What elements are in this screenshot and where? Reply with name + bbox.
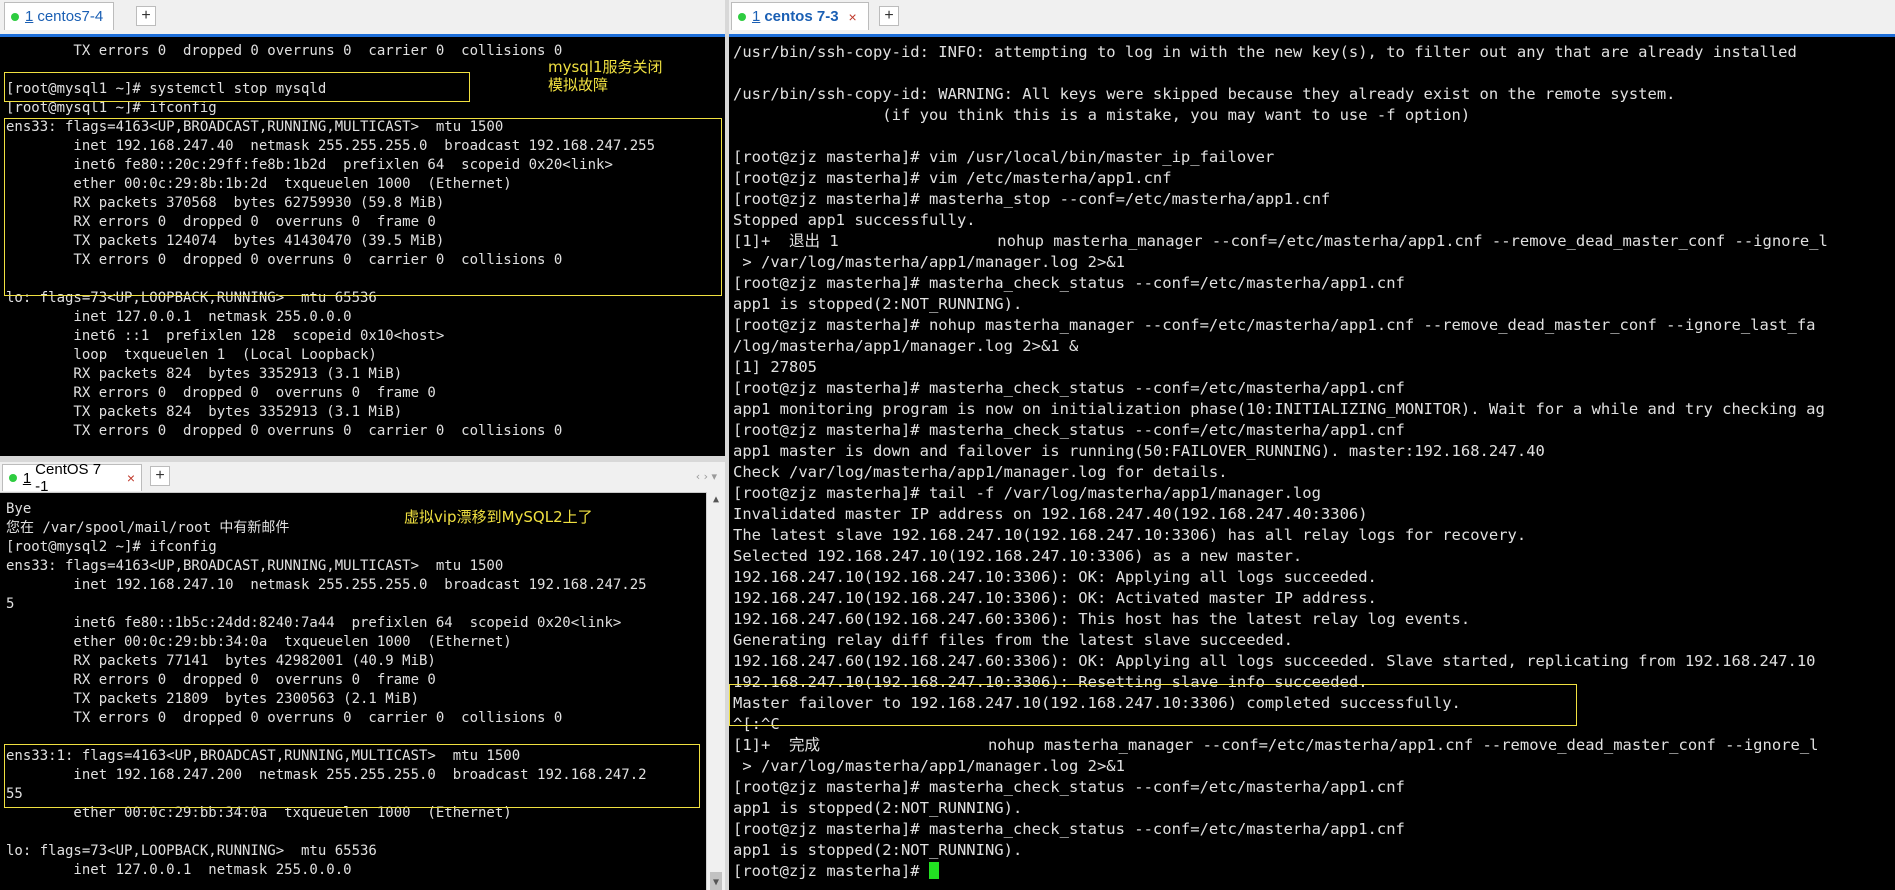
tab-navigation-arrows[interactable]: ‹ › ▾ (696, 470, 717, 483)
tab-number: 1 (22, 469, 32, 487)
terminal-line: ether 00:0c:29:bb:34:0a txqueuelen 1000 … (6, 634, 512, 650)
terminal-line: [root@zjz masterha]# masterha_stop --con… (733, 190, 1331, 208)
terminal-line: lo: flags=73<UP,LOOPBACK,RUNNING> mtu 65… (6, 843, 377, 859)
terminal-line: [root@zjz masterha]# masterha_check_stat… (733, 778, 1405, 796)
terminal-line: TX errors 0 dropped 0 overruns 0 carrier… (6, 423, 563, 439)
add-tab-button[interactable]: + (136, 6, 156, 26)
terminal-line: [root@zjz masterha]# vim /etc/masterha/a… (733, 169, 1172, 187)
bottom-left-tab-bar: 1 CentOS 7 -1 × + ‹ › ▾ (0, 462, 725, 495)
terminal-line: Selected 192.168.247.10(192.168.247.10:3… (733, 547, 1303, 565)
terminal-line: Stopped app1 successfully. (733, 211, 976, 229)
scroll-up-arrow-icon[interactable]: ▲ (707, 494, 725, 505)
terminal-line: RX errors 0 dropped 0 overruns 0 frame 0 (6, 672, 436, 688)
terminal-line: inet 127.0.0.1 netmask 255.0.0.0 (6, 862, 352, 878)
active-tab-accent-line (729, 34, 1895, 37)
bottom-left-terminal-output[interactable]: Bye 您在 /var/spool/mail/root 中有新邮件 [root@my… (6, 500, 647, 880)
terminal-line: Check /var/log/masterha/app1/manager.log… (733, 463, 1228, 481)
shell-prompt: [root@zjz masterha]# (733, 862, 929, 880)
highlight-failover-success-box (729, 684, 1577, 726)
terminal-line: [root@zjz masterha]# masterha_check_stat… (733, 379, 1405, 397)
close-tab-icon[interactable]: × (849, 9, 857, 25)
terminal-line: RX errors 0 dropped 0 overruns 0 frame 0 (6, 385, 436, 401)
add-tab-button[interactable]: + (879, 6, 899, 26)
right-terminal-output[interactable]: /usr/bin/ssh-copy-id: INFO: attempting t… (733, 42, 1828, 882)
text-cursor (928, 862, 939, 879)
tab-title: centos7-4 (37, 8, 104, 25)
terminal-line: inet6 ::1 prefixlen 128 scopeid 0x10<hos… (6, 328, 445, 344)
terminal-line: > /var/log/masterha/app1/manager.log 2>&… (733, 253, 1125, 271)
connected-status-icon (11, 12, 19, 21)
tab-number: 1 (752, 8, 761, 25)
annotation-mysql1-stopped: mysql1服务关闭 模拟故障 (548, 58, 663, 94)
top-left-terminal-pane[interactable]: 1 centos7-4 + TX errors 0 dropped 0 over… (0, 0, 725, 456)
terminal-line: [root@zjz masterha]# tail -f /var/log/ma… (733, 484, 1321, 502)
terminal-line: 192.168.247.10(192.168.247.10:3306): OK:… (733, 589, 1377, 607)
tab-title: centos 7-3 (764, 8, 839, 25)
terminal-line: [root@zjz masterha]# nohup masterha_mana… (733, 316, 1816, 334)
terminal-line: [1] 27805 (733, 358, 817, 376)
terminal-line: /usr/bin/ssh-copy-id: INFO: attempting t… (733, 43, 1797, 61)
add-tab-button[interactable]: + (150, 466, 170, 486)
terminal-line: loop txqueuelen 1 (Local Loopback) (6, 347, 377, 363)
terminal-line: Generating relay diff files from the lat… (733, 631, 1293, 649)
terminal-prompt-line[interactable]: [root@zjz masterha]# (733, 861, 1828, 882)
terminal-line: Invalidated master IP address on 192.168… (733, 505, 1368, 523)
terminal-line: app1 is stopped(2:NOT_RUNNING). (733, 295, 1023, 313)
terminal-line: [1]+ 完成 nohup masterha_manager --conf=/e… (733, 736, 1819, 754)
terminal-line: /log/masterha/app1/manager.log 2>&1 & (733, 337, 1079, 355)
terminal-line: [root@zjz masterha]# masterha_check_stat… (733, 820, 1405, 838)
highlight-stop-mysqld-box (4, 72, 470, 102)
right-terminal-pane[interactable]: 1 centos 7-3 × + /usr/bin/ssh-copy-id: I… (729, 0, 1895, 890)
terminal-line: app1 master is down and failover is runn… (733, 442, 1545, 460)
terminal-line: [root@zjz masterha]# masterha_check_stat… (733, 421, 1405, 439)
terminal-line: 192.168.247.10(192.168.247.10:3306): OK:… (733, 568, 1377, 586)
active-tab-accent-line (0, 34, 725, 37)
right-tab-bar: 1 centos 7-3 × + (729, 0, 1895, 35)
terminal-line: The latest slave 192.168.247.10(192.168.… (733, 526, 1527, 544)
connected-status-icon (9, 474, 17, 482)
terminal-line: ens33: flags=4163<UP,BROADCAST,RUNNING,M… (6, 558, 504, 574)
terminal-line: inet 192.168.247.10 netmask 255.255.255.… (6, 577, 647, 593)
terminal-line: app1 is stopped(2:NOT_RUNNING). (733, 799, 1023, 817)
tab-centos7-4[interactable]: 1 centos7-4 (4, 2, 114, 30)
terminal-line: (if you think this is a mistake, you may… (733, 106, 1471, 124)
top-left-tab-bar: 1 centos7-4 + (0, 0, 725, 35)
tab-centos-7-3[interactable]: 1 centos 7-3 × (731, 2, 869, 30)
terminal-line: TX errors 0 dropped 0 overruns 0 carrier… (6, 710, 563, 726)
tab-centos-7-1[interactable]: 1 CentOS 7 -1 × (2, 462, 142, 495)
bottom-left-terminal-pane[interactable]: 1 CentOS 7 -1 × + ‹ › ▾ Bye 您在 /var/spool… (0, 462, 725, 890)
terminal-line: [1]+ 退出 1 nohup masterha_manager --conf=… (733, 232, 1828, 250)
terminal-line: [root@zjz masterha]# masterha_check_stat… (733, 274, 1405, 292)
terminal-line: 192.168.247.60(192.168.247.60:3306): OK:… (733, 652, 1816, 670)
scroll-down-arrow-icon[interactable]: ▼ (707, 877, 725, 888)
terminal-line: inet 127.0.0.1 netmask 255.0.0.0 (6, 309, 352, 325)
tab-title: CentOS 7 -1 (35, 462, 102, 495)
connected-status-icon (738, 12, 746, 21)
vertical-scrollbar[interactable]: ▲ ▼ (706, 492, 725, 890)
terminal-line: /usr/bin/ssh-copy-id: WARNING: All keys … (733, 85, 1676, 103)
terminal-line: TX packets 824 bytes 3352913 (3.1 MiB) (6, 404, 403, 420)
annotation-vip-moved: 虚拟vip漂移到MySQL2上了 (404, 508, 593, 526)
highlight-ens33-box (4, 118, 722, 296)
close-tab-icon[interactable]: × (127, 470, 135, 486)
terminal-line: app1 is stopped(2:NOT_RUNNING). (733, 841, 1023, 859)
terminal-line: TX packets 21809 bytes 2300563 (2.1 MiB) (6, 691, 420, 707)
terminal-line: [root@mysql2 ~]# ifconfig (6, 539, 217, 555)
terminal-line: 5 (6, 596, 15, 612)
terminal-line: app1 monitoring program is now on initia… (733, 400, 1825, 418)
terminal-line: > /var/log/masterha/app1/manager.log 2>&… (733, 757, 1125, 775)
tab-number: 1 (25, 8, 34, 25)
highlight-ens33-1-vip-box (4, 744, 700, 808)
terminal-line: RX packets 77141 bytes 42982001 (40.9 Mi… (6, 653, 436, 669)
terminal-line: [root@zjz masterha]# vim /usr/local/bin/… (733, 148, 1275, 166)
terminal-line: inet6 fe80::1b5c:24dd:8240:7a44 prefixle… (6, 615, 622, 631)
terminal-line: RX packets 824 bytes 3352913 (3.1 MiB) (6, 366, 403, 382)
terminal-line: 192.168.247.60(192.168.247.60:3306): Thi… (733, 610, 1471, 628)
